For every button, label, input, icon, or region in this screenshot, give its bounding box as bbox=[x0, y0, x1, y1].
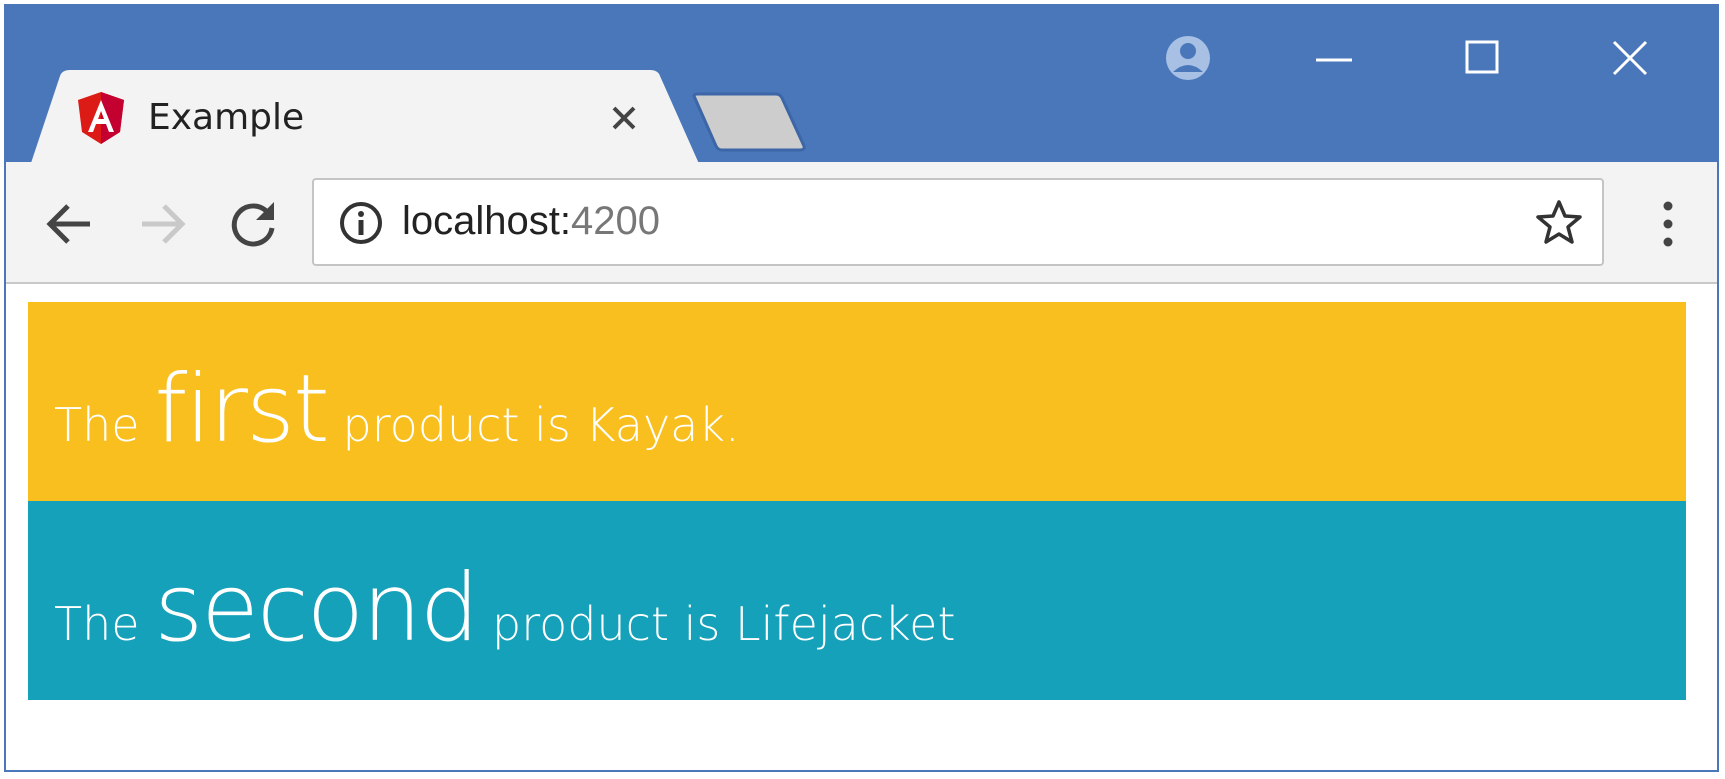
second-product-text: The second product is Lifejacket bbox=[54, 562, 955, 656]
back-arrow-icon[interactable] bbox=[38, 192, 102, 256]
first-product-text: The first product is Kayak. bbox=[54, 363, 740, 457]
new-tab-button[interactable] bbox=[692, 92, 808, 152]
second-post-text: product is Lifejacket bbox=[477, 597, 956, 651]
first-post-text: product is Kayak. bbox=[327, 398, 740, 452]
address-bar[interactable]: localhost:4200 bbox=[312, 178, 1604, 266]
forward-arrow-icon[interactable] bbox=[130, 192, 194, 256]
maximize-icon[interactable] bbox=[1446, 26, 1518, 90]
close-icon[interactable] bbox=[606, 100, 642, 136]
minimize-icon[interactable] bbox=[1298, 26, 1370, 90]
tab-background bbox=[30, 70, 700, 166]
second-emphasis-text: second bbox=[154, 554, 479, 663]
angular-logo-icon bbox=[78, 92, 124, 144]
profile-icon[interactable] bbox=[1152, 26, 1224, 90]
tab-example[interactable]: Example bbox=[30, 70, 700, 166]
first-emphasis-text: first bbox=[154, 355, 330, 464]
star-icon[interactable] bbox=[1534, 198, 1584, 248]
url-host: localhost: bbox=[402, 199, 571, 243]
url-port: 4200 bbox=[570, 199, 660, 243]
tab-title: Example bbox=[148, 97, 305, 138]
info-icon[interactable] bbox=[338, 200, 384, 246]
browser-toolbar: localhost:4200 bbox=[6, 162, 1717, 284]
url-text[interactable]: localhost:4200 bbox=[402, 199, 660, 244]
reload-icon[interactable] bbox=[222, 192, 286, 256]
second-product-band: The second product is Lifejacket bbox=[28, 501, 1686, 700]
first-pre-text: The bbox=[54, 398, 155, 452]
kebab-menu-icon[interactable] bbox=[1646, 192, 1690, 256]
title-bar: Example bbox=[6, 6, 1717, 166]
window-close-icon[interactable] bbox=[1594, 26, 1666, 90]
second-pre-text: The bbox=[54, 597, 155, 651]
first-product-band: The first product is Kayak. bbox=[28, 302, 1686, 501]
